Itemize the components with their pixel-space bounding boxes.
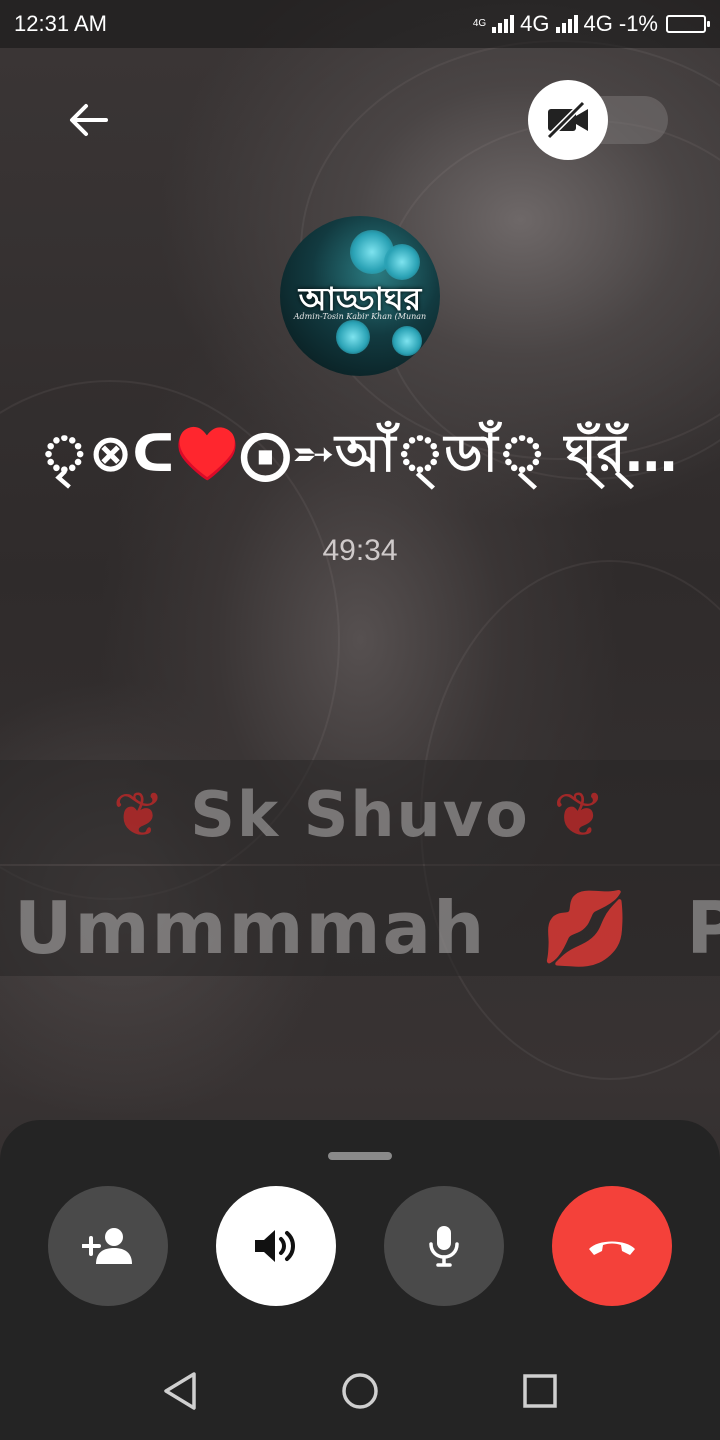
call-controls-sheet	[0, 1120, 720, 1440]
speaker-icon	[255, 1230, 295, 1262]
sim1-network-label: 4G	[520, 11, 550, 36]
watermark-text-1: Sk Shuvo	[190, 778, 530, 851]
sheet-drag-handle[interactable]	[328, 1152, 392, 1160]
nav-home-button[interactable]	[330, 1366, 390, 1416]
status-time: 12:31 AM	[14, 11, 107, 36]
signal-icon	[492, 15, 515, 33]
end-call-icon	[589, 1241, 635, 1255]
sim1-4g-badge: 4G	[472, 18, 487, 29]
sim2-network-label: 4G	[583, 11, 613, 36]
arrow-left-icon	[70, 104, 108, 136]
avatar-logo-subtitle: Admin-Tosin Kabir Khan (Munan	[293, 312, 427, 321]
watermark-line-2: Ummmmah 💋 Pagol	[0, 886, 720, 971]
video-toggle-knob[interactable]	[528, 80, 608, 160]
video-off-icon	[546, 100, 588, 140]
status-icons: 4G 4G 4G -1%	[472, 11, 710, 37]
call-duration: 49:34	[322, 534, 398, 567]
video-toggle[interactable]	[528, 80, 668, 160]
avatar-flower	[392, 326, 422, 356]
add-person-button[interactable]	[48, 1186, 168, 1306]
microphone-icon	[429, 1226, 459, 1267]
system-nav-bar	[0, 1336, 720, 1440]
back-button[interactable]	[60, 94, 116, 146]
nav-back-button[interactable]	[150, 1366, 210, 1416]
add-person-icon	[82, 1228, 132, 1264]
square-recents-icon	[523, 1374, 557, 1408]
mute-button[interactable]	[384, 1186, 504, 1306]
battery-percent: -1%	[618, 11, 658, 36]
speaker-button[interactable]	[216, 1186, 336, 1306]
status-bar: 12:31 AM 4G 4G 4G -1%	[0, 0, 720, 48]
battery-icon	[666, 15, 710, 33]
caller-name: ৃ⊗ᑕ♥️⨀➵আঁ্ডাঁ্ ঘ্ঁর্ঁ♥️⨀…	[40, 424, 720, 484]
watermark-text-2b: Pagol	[686, 886, 720, 970]
signal-icon	[555, 15, 578, 33]
watermark-text-2a: Ummmmah	[14, 886, 487, 970]
nav-recents-button[interactable]	[510, 1366, 570, 1416]
caller-avatar: আড্ডাঘর Admin-Tosin Kabir Khan (Munan	[280, 216, 440, 376]
watermark-line-1: ❦ Sk Shuvo ❦	[112, 778, 608, 851]
circle-home-icon	[342, 1373, 378, 1409]
triangle-back-icon	[164, 1372, 196, 1410]
end-call-button[interactable]	[552, 1186, 672, 1306]
